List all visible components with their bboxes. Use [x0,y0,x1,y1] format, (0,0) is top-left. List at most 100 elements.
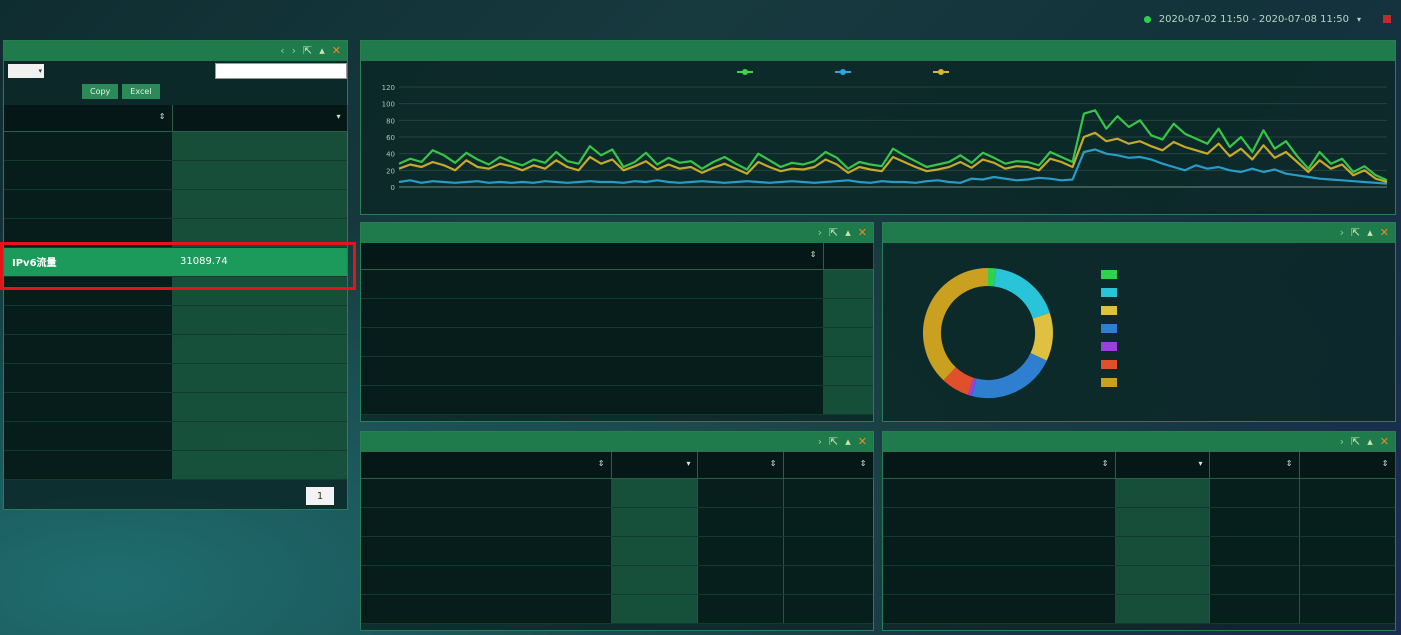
collapse-icon[interactable]: ▴ [1367,226,1373,239]
status-dot-icon [1143,15,1151,23]
ipv6-pair-row[interactable] [361,385,873,415]
server-ip-table: ⇕ ▾ ⇕ ⇕ [361,452,874,624]
server-ip-row[interactable] [361,478,873,508]
next-arrow-icon[interactable]: › [292,44,296,57]
column-header-out[interactable]: ⇕ [1209,452,1300,479]
chevron-down-icon[interactable]: ▾ [1357,15,1361,24]
server-ip-row[interactable] [361,507,873,537]
donut-slice-4[interactable] [971,352,1047,398]
cell-ip [361,594,611,624]
legend-item-3[interactable] [1101,301,1122,319]
close-icon[interactable]: ✕ [1380,435,1389,448]
y-tick-label: 100 [382,101,395,109]
collapse-icon[interactable]: ▴ [845,435,851,448]
next-arrow-icon[interactable]: › [1340,435,1344,448]
column-header-out[interactable]: ⇕ [697,452,784,479]
legend-item-1[interactable] [1101,265,1122,283]
site-row[interactable] [4,218,347,248]
column-header-ip[interactable]: ⇕ [361,452,612,479]
sort-icon: ⇕ [1285,459,1293,468]
collapse-icon[interactable]: ▴ [845,226,851,239]
column-header-value[interactable]: ▾ [172,105,348,132]
legend-item-5[interactable] [1101,337,1122,355]
server-ip-row[interactable] [361,536,873,566]
collapse-icon[interactable]: ▴ [319,44,325,57]
ipv6-pair-row[interactable] [361,327,873,357]
application-legend [1101,265,1122,391]
column-header-value[interactable] [823,243,874,270]
client-ip-row[interactable] [883,594,1395,624]
current-page-button[interactable]: 1 [306,487,334,505]
export-icon[interactable]: ⇱ [829,226,838,239]
close-icon[interactable]: ✕ [1380,226,1389,239]
column-header-total[interactable]: ▾ [1115,452,1210,479]
search-input[interactable] [215,63,347,79]
excel-button[interactable]: Excel [122,83,160,99]
ipv6-pair-row[interactable] [361,298,873,328]
column-header-in[interactable]: ⇕ [1299,452,1396,479]
site-row[interactable] [4,189,347,219]
donut-slice-6[interactable] [943,366,974,395]
site-row[interactable] [4,334,347,364]
legend-item-4[interactable] [1101,319,1122,337]
sort-icon: ⇕ [859,459,867,468]
export-icon[interactable]: ⇱ [829,435,838,448]
sort-icon: ⇕ [158,112,166,121]
column-header-ip[interactable]: ⇕ [883,452,1116,479]
ipv6-pair-traffic-panel: › ⇱ ▴ ✕ ⇕ [360,222,874,422]
time-range-selector[interactable]: 2020-07-02 11:50 - 2020-07-08 11:50 [1159,14,1349,25]
site-row[interactable] [4,363,347,393]
site-row[interactable] [4,421,347,451]
client-ip-row[interactable] [883,507,1395,537]
alert-icon[interactable] [1383,15,1391,23]
client-ip-row[interactable] [883,565,1395,595]
column-header-name[interactable]: ⇕ [4,105,173,132]
donut-slice-5[interactable] [967,377,977,396]
ipv6-pair-row[interactable] [361,356,873,386]
site-row[interactable] [4,131,347,161]
site-row[interactable] [4,160,347,190]
sort-desc-icon: ▾ [1198,459,1203,468]
export-icon[interactable]: ⇱ [303,44,312,57]
collapse-icon[interactable]: ▴ [1367,435,1373,448]
next-arrow-icon[interactable]: › [818,435,822,448]
donut-slice-3[interactable] [1030,312,1053,361]
next-arrow-icon[interactable]: › [818,226,822,239]
ipv6-pair-row[interactable] [361,269,873,299]
legend-marker-2 [840,69,846,75]
cell-name: IPv6流量 [4,247,172,277]
server-ip-row[interactable] [361,565,873,595]
donut-slice-7[interactable] [923,268,989,381]
column-header-total[interactable]: ▾ [611,452,698,479]
export-icon[interactable]: ⇱ [1351,226,1360,239]
prev-arrow-icon[interactable]: ‹ [280,44,284,57]
close-icon[interactable]: ✕ [858,435,867,448]
legend-item-2[interactable] [1101,283,1122,301]
server-ip-row[interactable] [361,594,873,624]
site-row[interactable] [4,276,347,306]
cell-total [611,478,697,508]
next-arrow-icon[interactable]: › [1340,226,1344,239]
network-traffic-chart: 0 20 40 60 80 100 120 [382,69,1388,192]
close-icon[interactable]: ✕ [858,226,867,239]
copy-button[interactable]: Copy [82,83,119,99]
legend-item-7[interactable] [1101,373,1122,391]
site-row[interactable] [4,305,347,335]
client-ip-row[interactable] [883,536,1395,566]
column-header-pair[interactable]: ⇕ [361,243,824,270]
site-row[interactable] [4,450,347,480]
site-row[interactable]: IPv6流量 31089.74 [4,247,347,277]
donut-slice-2[interactable] [993,268,1050,319]
site-row[interactable] [4,392,347,422]
client-ip-row[interactable] [883,478,1395,508]
legend-item-6[interactable] [1101,355,1122,373]
ipv6-pair-table: ⇕ [361,243,874,415]
column-header-in[interactable]: ⇕ [783,452,874,479]
export-icon[interactable]: ⇱ [1351,435,1360,448]
cell-out [696,565,783,595]
page-size-select[interactable]: ▾ [8,64,44,78]
cell-in [782,565,873,595]
close-icon[interactable]: ✕ [332,44,341,57]
cell-name [4,334,172,364]
cell-in [782,507,873,537]
